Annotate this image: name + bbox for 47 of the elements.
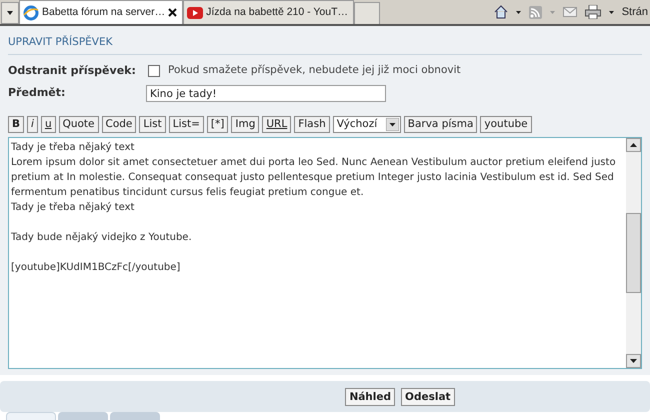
message-text: Tady je třeba nějaký text — [11, 201, 136, 215]
format-button[interactable]: URL — [262, 116, 292, 133]
message-text: Lorem ipsum dolor sit amet consectetuer amet dui porta leo Sed. Nunc Aenean Vestibulum auctor pretium eleifend justo pretium at In molestie. Consequat consequat justo pellentesque pretium Integer justo lacinia Vestibulum est id. Sed Sed fermentum penatibus tincidunt cursus felis feugiat pretium congue et. — [11, 156, 617, 200]
field-label: Předmět: — [8, 85, 66, 102]
tab-list-button[interactable] — [1, 2, 19, 24]
format-button[interactable]: youtube — [480, 116, 532, 133]
caret-icon[interactable] — [516, 10, 521, 14]
subject-field[interactable]: Kino je tady! — [146, 85, 386, 102]
scrollbar[interactable] — [626, 138, 641, 368]
dropdown-arrow-icon — [386, 118, 399, 131]
close-icon[interactable] — [168, 8, 178, 17]
message-textarea[interactable] — [8, 137, 642, 369]
format-button[interactable]: i — [27, 116, 38, 133]
format-button[interactable]: Barva písma — [404, 116, 478, 133]
tab-title: Jízda na babettě 210 - YouT… — [206, 4, 348, 20]
font-dropdown[interactable]: Výchozí — [332, 116, 401, 133]
message-text: Tady bude nějaký videjko z Youtube. — [11, 231, 193, 245]
scroll-down-icon[interactable] — [626, 354, 641, 368]
scroll-up-icon[interactable] — [626, 138, 641, 152]
format-button[interactable]: List — [139, 116, 166, 133]
format-button[interactable]: Img — [231, 116, 260, 133]
tab-title: Babetta fórum na server… — [42, 4, 166, 20]
field-label: Odstranit příspěvek: — [8, 62, 137, 79]
delete-note: Pokud smažete příspěvek, nebudete jej již moci obnovit — [168, 63, 461, 78]
message-text: Tady je třeba nějaký text — [11, 141, 136, 155]
format-button[interactable]: Flash — [294, 116, 330, 133]
message-text: [youtube]KUdIM1BCzFc[/youtube] — [11, 261, 182, 275]
page-menu[interactable]: Strán — [622, 4, 648, 20]
format-button[interactable]: Quote — [58, 116, 99, 133]
browser-tab[interactable]: Babetta fórum na server… — [19, 0, 184, 24]
format-button[interactable]: [*] — [206, 116, 228, 133]
print-icon[interactable] — [584, 5, 601, 19]
format-button[interactable]: Code — [102, 116, 136, 133]
format-button[interactable]: u — [40, 116, 56, 133]
delete-checkbox[interactable] — [148, 65, 160, 77]
home-icon[interactable] — [494, 5, 508, 19]
submit-button[interactable]: Náhled — [345, 388, 396, 406]
play-icon — [187, 6, 204, 18]
caret-icon[interactable] — [608, 10, 614, 14]
browser-logo-icon — [23, 4, 39, 20]
caret-icon — [7, 11, 13, 15]
section-title: UPRAVIT PŘÍSPĚVEK — [8, 36, 112, 48]
format-button[interactable]: B — [8, 116, 24, 133]
submit-button[interactable]: Odeslat — [401, 388, 455, 406]
scroll-thumb[interactable] — [626, 213, 641, 293]
format-button[interactable]: List= — [168, 116, 204, 133]
browser-tab[interactable]: Jízda na babettě 210 - YouT… — [183, 0, 354, 24]
